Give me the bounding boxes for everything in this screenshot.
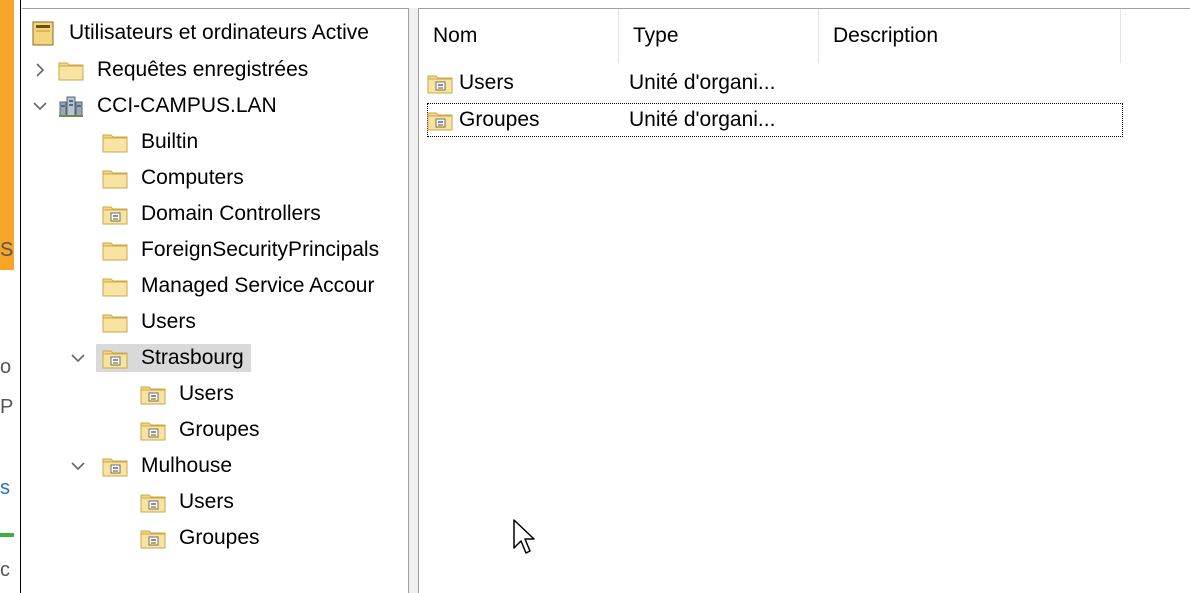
column-header-nom[interactable]: Nom — [419, 9, 619, 63]
tree-item-saved-queries[interactable]: Requêtes enregistrées — [30, 54, 311, 86]
edge-text-fragment: c — [0, 559, 10, 581]
green-indicator — [0, 533, 14, 537]
tree-item-foreign-security-principals[interactable]: ForeignSecurityPrincipals — [102, 234, 382, 266]
ou-folder-icon — [140, 527, 166, 549]
ou-folder-icon — [102, 347, 128, 369]
aduc-window: S o P s c Utilisateurs et ordinateurs Ac… — [0, 0, 1190, 593]
tree-item-domain[interactable]: CCI-CAMPUS.LAN — [30, 90, 280, 122]
edge-text-fragment: S — [0, 239, 14, 261]
tree-item-label: Groupes — [179, 526, 260, 549]
tree-item-label: CCI-CAMPUS.LAN — [97, 94, 277, 117]
tree-item-mulhouse-groupes[interactable]: Groupes — [140, 522, 263, 554]
ou-folder-icon — [140, 383, 166, 405]
chevron-down-icon[interactable] — [68, 348, 88, 368]
folder-icon — [58, 59, 84, 81]
tree-item-label: Utilisateurs et ordinateurs Active — [69, 21, 369, 44]
tree-item-label: ForeignSecurityPrincipals — [141, 238, 380, 261]
orange-sidebar-fragment — [0, 0, 14, 270]
chevron-down-icon[interactable] — [68, 456, 88, 476]
tree-item-strasbourg-groupes[interactable]: Groupes — [140, 414, 263, 446]
aduc-snapin-icon — [30, 20, 56, 46]
tree-item-managed-service-accounts[interactable]: Managed Service Accour — [102, 270, 377, 302]
list-row[interactable]: Groupes Unité d'organi... — [427, 103, 1123, 137]
details-list[interactable]: Nom Type Description Users Unité d'organ… — [419, 8, 1190, 593]
edge-text-fragment: P — [0, 396, 14, 418]
tree-item-label: Domain Controllers — [141, 202, 321, 225]
pane-splitter[interactable] — [408, 8, 419, 593]
folder-icon — [102, 311, 128, 333]
tree-item-label: Strasbourg — [141, 346, 244, 369]
cell-name: Users — [459, 71, 514, 94]
tree-item-label: Groupes — [179, 418, 260, 441]
tree-item-mulhouse-users[interactable]: Users — [140, 486, 237, 518]
tree-item-label: Managed Service Accour — [141, 274, 375, 297]
ou-folder-icon — [427, 109, 453, 131]
edge-text-fragment: o — [0, 356, 12, 378]
folder-icon — [102, 239, 128, 261]
ou-folder-icon — [427, 72, 453, 94]
edge-text-fragment: s — [0, 477, 10, 499]
cell-name: Groupes — [459, 108, 540, 131]
tree-item-root[interactable]: Utilisateurs et ordinateurs Active — [30, 17, 372, 49]
chevron-down-icon[interactable] — [30, 96, 50, 116]
folder-icon — [102, 131, 128, 153]
domain-icon — [58, 94, 84, 118]
tree-item-strasbourg-users[interactable]: Users — [140, 378, 237, 410]
column-header-type[interactable]: Type — [619, 9, 819, 63]
cell-type: Unité d'organi... — [629, 71, 776, 94]
tree-item-users[interactable]: Users — [102, 306, 199, 338]
tree-item-label: Builtin — [141, 130, 199, 153]
chevron-right-icon[interactable] — [30, 60, 50, 80]
selection-highlight: Strasbourg — [96, 344, 251, 372]
tree-item-label: Computers — [141, 166, 244, 189]
list-header: Nom Type Description — [419, 9, 1190, 63]
ou-folder-icon — [102, 203, 128, 225]
tree-item-label: Users — [141, 310, 196, 333]
list-row[interactable]: Users Unité d'organi... — [427, 66, 1123, 100]
mouse-cursor-icon — [513, 519, 535, 554]
ou-folder-icon — [140, 491, 166, 513]
ou-folder-icon — [140, 419, 166, 441]
tree-item-mulhouse[interactable]: Mulhouse — [68, 450, 235, 482]
tree-item-strasbourg[interactable]: Strasbourg — [68, 342, 251, 374]
ou-folder-icon — [102, 455, 128, 477]
tree-item-domain-controllers[interactable]: Domain Controllers — [102, 198, 324, 230]
console-tree[interactable]: Utilisateurs et ordinateurs Active Requê… — [22, 8, 408, 593]
tree-item-label: Users — [179, 490, 234, 513]
background-window-edge: S o P s c — [0, 0, 22, 593]
folder-icon — [102, 275, 128, 297]
folder-icon — [102, 167, 128, 189]
tree-item-label: Users — [179, 382, 234, 405]
tree-item-label: Requêtes enregistrées — [97, 58, 309, 81]
tree-item-label: Mulhouse — [141, 454, 233, 477]
column-header-description[interactable]: Description — [819, 9, 1121, 63]
window-border — [20, 0, 21, 593]
tree-item-builtin[interactable]: Builtin — [102, 126, 201, 158]
tree-item-computers[interactable]: Computers — [102, 162, 247, 194]
cell-type: Unité d'organi... — [629, 108, 776, 131]
